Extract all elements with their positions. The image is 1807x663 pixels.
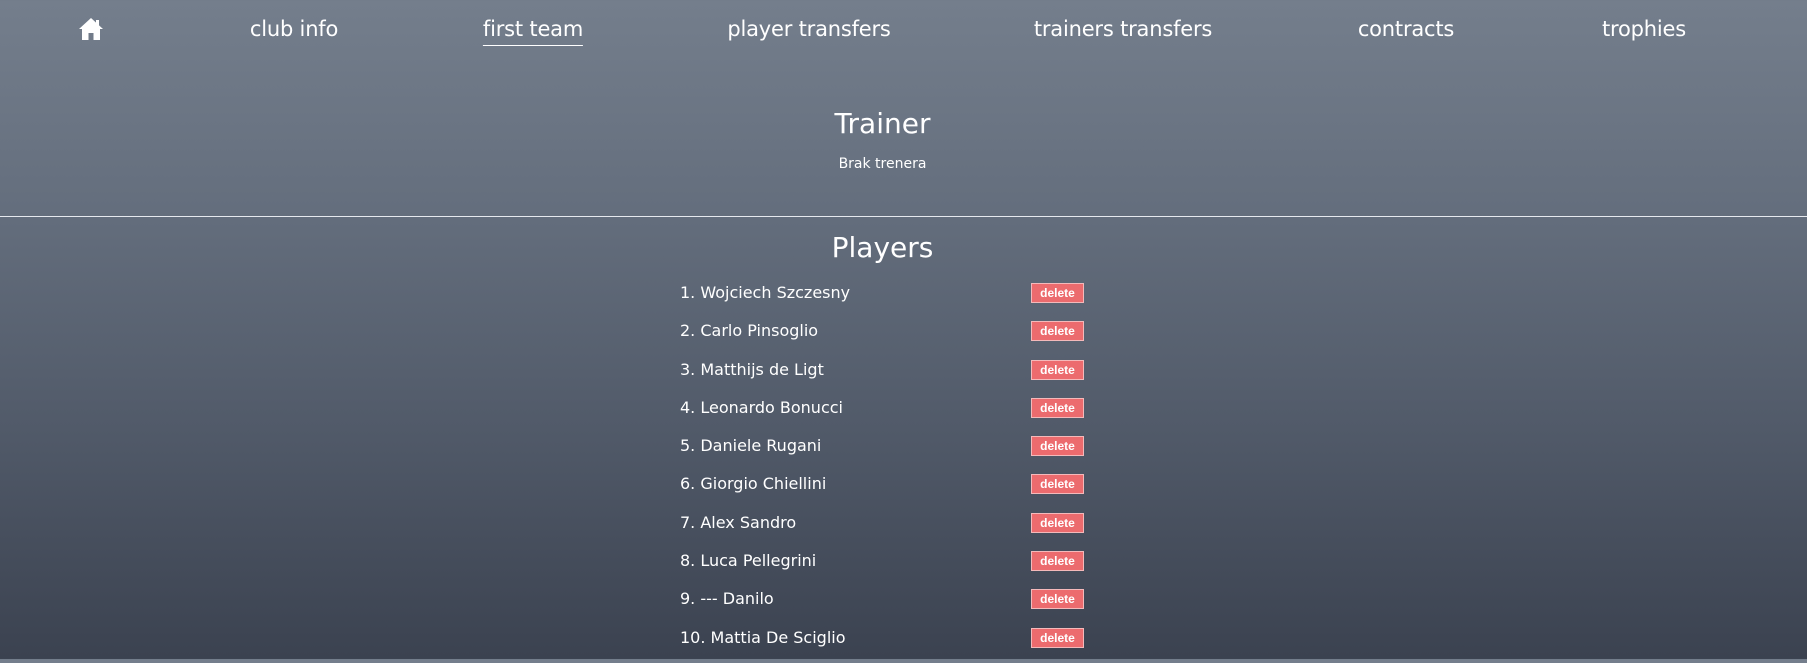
player-name: 6. Giorgio Chiellini: [680, 474, 827, 494]
delete-player-button[interactable]: delete: [1031, 512, 1084, 533]
nav-link-trophies[interactable]: trophies: [1602, 14, 1686, 44]
player-name: 2. Carlo Pinsoglio: [680, 321, 819, 341]
player-name: 3. Matthijs de Ligt: [680, 359, 824, 379]
players-heading: Players: [831, 231, 934, 264]
delete-player-button[interactable]: delete: [1031, 359, 1084, 380]
player-row: 3. Matthijs de Ligt delete: [680, 357, 1100, 395]
player-row: 7. Alex Sandro delete: [680, 510, 1100, 548]
nav-link-contracts[interactable]: contracts: [1358, 14, 1455, 44]
player-row: 5. Daniele Rugani delete: [680, 433, 1100, 471]
player-list: 1. Wojciech Szczesny delete 2. Carlo Pin…: [680, 280, 1100, 663]
delete-player-button[interactable]: delete: [1031, 283, 1084, 303]
delete-player-button[interactable]: delete: [1031, 627, 1084, 648]
player-name: 10. Mattia De Sciglio: [680, 627, 846, 647]
player-name: 4. Leonardo Bonucci: [680, 397, 843, 417]
delete-player-button[interactable]: delete: [1031, 589, 1084, 610]
player-name: 5. Daniele Rugani: [680, 436, 822, 456]
delete-player-button[interactable]: delete: [1031, 474, 1084, 495]
player-name: 9. --- Danilo: [680, 589, 774, 609]
delete-player-button[interactable]: delete: [1031, 321, 1084, 342]
delete-player-button[interactable]: delete: [1031, 397, 1084, 418]
nav-link-player-transfers[interactable]: player transfers: [727, 14, 891, 44]
delete-player-button[interactable]: delete: [1031, 551, 1084, 572]
player-name: 1. Wojciech Szczesny: [680, 283, 851, 302]
trainer-value: Brak trenera: [838, 156, 927, 172]
top-navigation: club info first team player transfers tr…: [0, 0, 1807, 60]
player-row: 2. Carlo Pinsoglio delete: [680, 318, 1100, 356]
player-name: 8. Luca Pellegrini: [680, 551, 817, 571]
player-row: 4. Leonardo Bonucci delete: [680, 395, 1100, 433]
nav-link-first-team[interactable]: first team: [482, 14, 583, 46]
player-row: 9. --- Danilo delete: [680, 586, 1100, 624]
trainer-heading: Trainer: [834, 107, 931, 140]
player-row: 8. Luca Pellegrini delete: [680, 548, 1100, 586]
player-row: 6. Giorgio Chiellini delete: [680, 471, 1100, 509]
player-row: 1. Wojciech Szczesny delete: [680, 280, 1100, 318]
nav-link-trainers-transfers[interactable]: trainers transfers: [1034, 14, 1213, 44]
section-divider: [0, 216, 1807, 217]
delete-player-button[interactable]: delete: [1031, 436, 1084, 457]
nav-link-club-info[interactable]: club info: [250, 14, 338, 44]
home-icon[interactable]: [78, 17, 104, 41]
player-name: 7. Alex Sandro: [680, 512, 797, 532]
player-row: 10. Mattia De Sciglio delete: [680, 625, 1100, 663]
